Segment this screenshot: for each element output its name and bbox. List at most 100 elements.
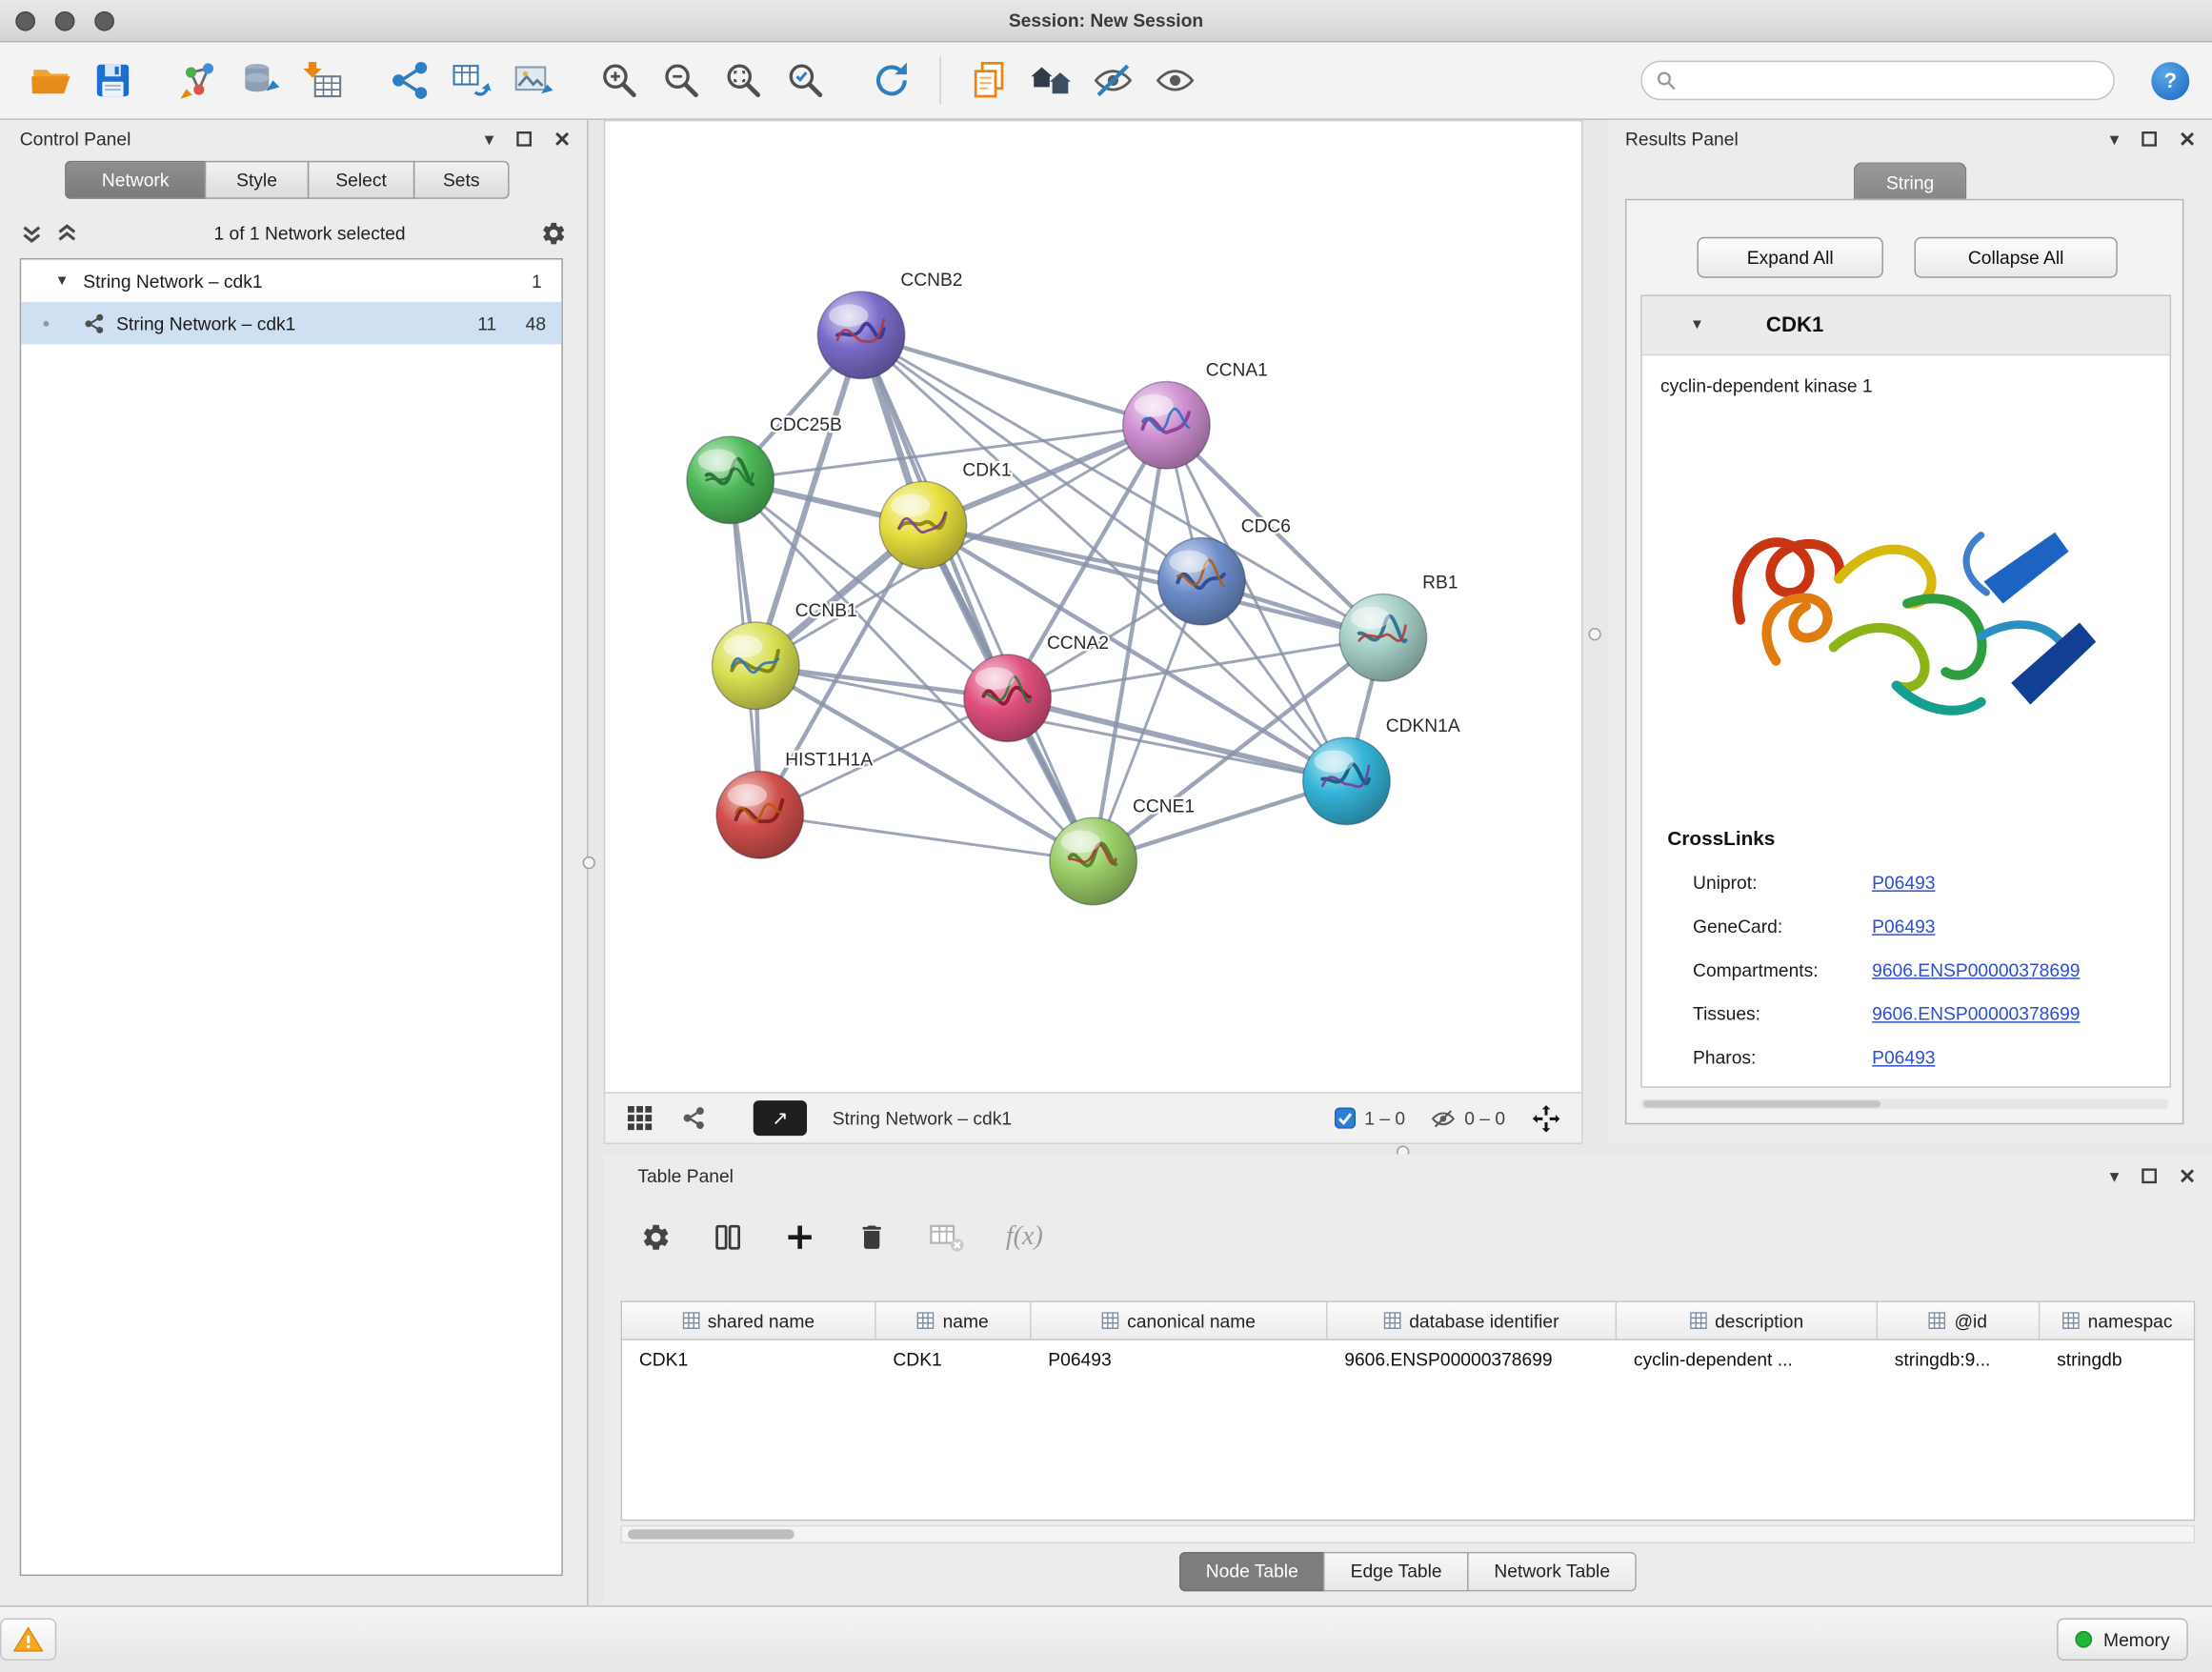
panel-collapse-icon[interactable]: ▾	[2110, 1166, 2120, 1184]
collapse-all-chevron-icon[interactable]	[20, 221, 44, 245]
help-button[interactable]: ?	[2151, 61, 2189, 99]
panel-collapse-icon[interactable]: ▾	[485, 129, 494, 147]
network-node[interactable]: RB1	[1339, 574, 1458, 681]
column-header[interactable]: description	[1617, 1302, 1878, 1340]
import-table-file-button[interactable]	[292, 50, 354, 111]
crosslink-value-link[interactable]: P06493	[1872, 1047, 1935, 1068]
crosslink-value-link[interactable]: P06493	[1872, 872, 1935, 893]
network-row-selected[interactable]: ● String Network – cdk1 11 48	[21, 302, 561, 344]
network-node[interactable]: CCNB1	[713, 601, 857, 709]
collapse-all-button[interactable]: Collapse All	[1915, 237, 2118, 278]
export-table-button[interactable]	[440, 50, 502, 111]
network-node[interactable]: CDK1	[879, 460, 1011, 568]
memory-button[interactable]: Memory	[2057, 1619, 2188, 1661]
network-node[interactable]: CCNA1	[1123, 361, 1268, 469]
scrollbar-thumb[interactable]	[1643, 1100, 1880, 1107]
node-table: shared namenamecanonical namedatabase id…	[621, 1300, 2196, 1521]
results-scrollbar[interactable]	[1640, 1099, 2168, 1109]
grid-view-icon[interactable]	[628, 1105, 654, 1131]
tab-node-table[interactable]: Node Table	[1179, 1552, 1325, 1591]
scrollbar-thumb[interactable]	[628, 1529, 794, 1539]
table-hscrollbar[interactable]	[621, 1525, 2196, 1543]
panel-collapse-icon[interactable]: ▾	[2110, 129, 2120, 147]
show-columns-icon[interactable]	[713, 1221, 744, 1253]
function-builder-fx[interactable]: f(x)	[1006, 1221, 1043, 1253]
table-cell[interactable]: P06493	[1032, 1349, 1328, 1370]
home-views-button[interactable]	[1020, 50, 1082, 111]
new-network-button[interactable]	[378, 50, 440, 111]
network-edge[interactable]	[861, 335, 1166, 426]
network-edge[interactable]	[861, 335, 1094, 861]
network-node[interactable]: CCNB2	[817, 271, 962, 378]
left-splitter-handle[interactable]	[583, 856, 595, 869]
refresh-layout-button[interactable]	[860, 50, 922, 111]
column-header[interactable]: name	[876, 1302, 1032, 1340]
gear-icon[interactable]	[640, 1221, 672, 1253]
gene-card-header[interactable]: ▼ CDK1	[1642, 296, 2170, 355]
selected-checkbox-icon[interactable]	[1335, 1107, 1356, 1128]
tab-select[interactable]: Select	[308, 161, 415, 199]
tab-string[interactable]: String	[1854, 162, 1966, 200]
zoom-selected-button[interactable]	[774, 50, 836, 111]
show-all-button[interactable]	[1144, 50, 1206, 111]
column-header[interactable]: @id	[1878, 1302, 2040, 1340]
ball-highlight	[1351, 607, 1390, 630]
copy-document-button[interactable]	[958, 50, 1020, 111]
panel-close-icon[interactable]	[2180, 1167, 2195, 1182]
expand-all-chevron-icon[interactable]	[55, 221, 79, 245]
import-network-database-button[interactable]	[230, 50, 292, 111]
zoom-fit-button[interactable]	[713, 50, 774, 111]
search-field[interactable]	[1640, 61, 2115, 100]
panel-float-icon[interactable]	[2142, 131, 2157, 146]
table-cell[interactable]: stringdb	[2040, 1349, 2195, 1370]
import-network-file-button[interactable]	[168, 50, 230, 111]
hide-selected-button[interactable]	[1082, 50, 1144, 111]
add-row-plus-icon[interactable]	[784, 1221, 815, 1253]
crosslink-value-link[interactable]: 9606.ENSP00000378699	[1872, 1003, 2080, 1024]
panel-close-icon[interactable]	[2180, 131, 2195, 146]
tab-sets[interactable]: Sets	[413, 161, 510, 199]
network-collection-row[interactable]: ▼ String Network – cdk1 1	[21, 259, 561, 301]
column-header[interactable]: shared name	[622, 1302, 876, 1340]
network-node[interactable]: CDKN1A	[1303, 716, 1460, 824]
zoom-out-button[interactable]	[651, 50, 713, 111]
network-edge[interactable]	[760, 815, 1094, 861]
table-cell[interactable]: 9606.ENSP00000378699	[1327, 1349, 1617, 1370]
open-session-button[interactable]	[20, 50, 82, 111]
table-row[interactable]: CDK1CDK1P064939606.ENSP00000378699cyclin…	[622, 1340, 2194, 1379]
table-cell[interactable]: stringdb:9...	[1878, 1349, 2040, 1370]
tab-edge-table[interactable]: Edge Table	[1323, 1552, 1468, 1591]
expand-all-button[interactable]: Expand All	[1697, 237, 1882, 278]
birdseye-share-icon[interactable]	[681, 1106, 705, 1130]
export-image-button[interactable]	[502, 50, 564, 111]
crosslink-value-link[interactable]: 9606.ENSP00000378699	[1872, 959, 2080, 980]
panel-close-icon[interactable]	[554, 131, 570, 146]
column-header[interactable]: namespac	[2040, 1302, 2195, 1340]
zoom-in-button[interactable]	[589, 50, 651, 111]
detach-view-button[interactable]: ↗	[754, 1100, 807, 1136]
column-header[interactable]: canonical name	[1032, 1302, 1328, 1340]
panel-float-icon[interactable]	[516, 131, 532, 146]
disclosure-triangle-icon[interactable]: ▼	[55, 273, 70, 289]
panel-float-icon[interactable]	[2142, 1167, 2157, 1182]
table-cell[interactable]: CDK1	[622, 1349, 876, 1370]
network-canvas[interactable]: CCNB2CCNA1CDC25BCDK1CDC6RB1CCNB1CCNA2CDK…	[604, 120, 1583, 1094]
pan-move-icon[interactable]	[1531, 1102, 1562, 1134]
network-node[interactable]: HIST1H1A	[716, 751, 873, 858]
hidden-eye-slash-icon[interactable]	[1431, 1105, 1457, 1131]
network-edge[interactable]	[923, 525, 1383, 637]
table-cell[interactable]: cyclin-dependent ...	[1617, 1349, 1878, 1370]
disclosure-triangle-icon[interactable]: ▼	[1690, 317, 1704, 332]
search-input[interactable]	[1686, 70, 2100, 91]
gear-icon[interactable]	[540, 219, 567, 246]
delete-trash-icon[interactable]	[856, 1221, 888, 1253]
crosslink-value-link[interactable]: P06493	[1872, 916, 1935, 937]
tab-network[interactable]: Network	[65, 161, 206, 199]
save-session-button[interactable]	[82, 50, 144, 111]
column-header[interactable]: database identifier	[1327, 1302, 1617, 1340]
tab-network-table[interactable]: Network Table	[1467, 1552, 1637, 1591]
right-splitter-handle[interactable]	[1588, 628, 1600, 640]
warnings-button[interactable]	[0, 1619, 56, 1661]
table-cell[interactable]: CDK1	[876, 1349, 1032, 1370]
tab-style[interactable]: Style	[205, 161, 310, 199]
